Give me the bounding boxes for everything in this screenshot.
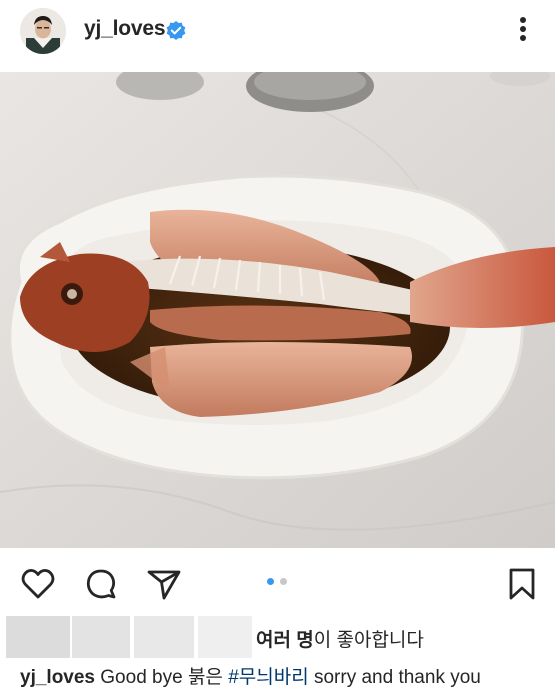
likes-count-rest: 이 좋아합니다 <box>313 630 424 651</box>
post-username[interactable]: yj_loves <box>84 17 165 41</box>
caption-text-before: Good bye 붉은 <box>100 667 223 688</box>
liker-avatar-blurred <box>198 616 252 658</box>
more-vertical-icon <box>519 16 527 47</box>
carousel-indicator <box>267 578 287 585</box>
caption-text-after: sorry and thank you <box>313 667 481 688</box>
carousel-dot <box>280 578 287 585</box>
caption-username[interactable]: yj_loves <box>20 667 95 688</box>
post-caption: yj_loves Good bye 붉은 #무늬바리 sorry and tha… <box>20 662 481 689</box>
send-icon[interactable] <box>146 566 182 602</box>
more-options-button[interactable] <box>508 14 538 48</box>
liker-avatar-blurred <box>6 616 70 658</box>
likes-count-bold: 여러 명 <box>256 630 314 651</box>
caption-hashtag[interactable]: #무늬바리 <box>228 667 309 688</box>
carousel-dot-active <box>267 578 274 585</box>
liker-avatar-blurred <box>72 616 130 658</box>
post-header: yj_loves <box>0 0 555 72</box>
verified-badge-icon <box>165 20 187 42</box>
heart-icon[interactable] <box>20 566 56 602</box>
post-photo[interactable] <box>0 72 555 548</box>
bookmark-icon[interactable] <box>504 566 540 602</box>
avatar[interactable] <box>20 8 66 54</box>
likes-count-text[interactable]: 여러 명이 좋아합니다 <box>256 625 424 652</box>
likes-row[interactable]: 여러 명이 좋아합니다 <box>0 616 555 660</box>
liker-avatar-blurred <box>134 616 194 658</box>
comment-icon[interactable] <box>83 566 119 602</box>
